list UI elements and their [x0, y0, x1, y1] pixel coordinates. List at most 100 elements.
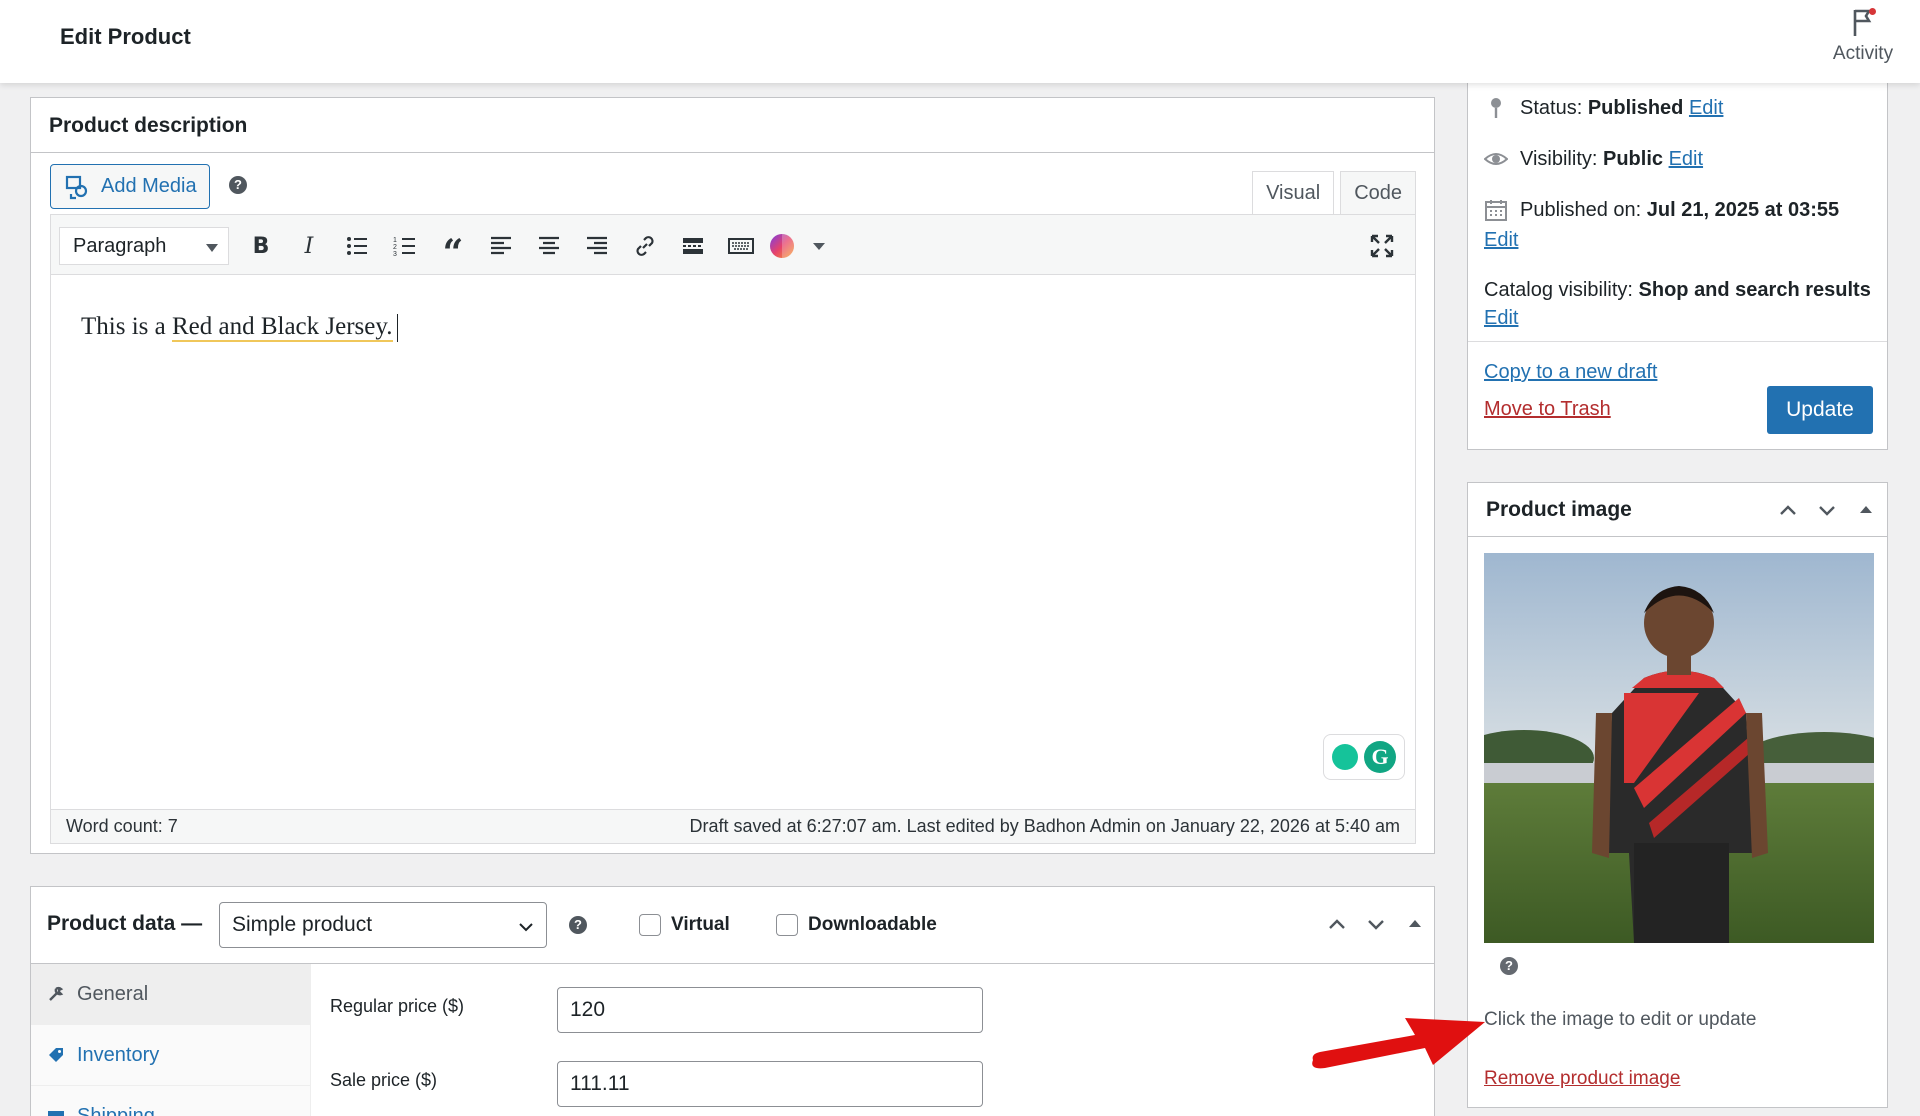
product-data-title: Product data — [47, 912, 203, 935]
product-data-panel: Product data — Simple product ? Virtual … [30, 886, 1435, 1116]
move-down-icon[interactable] [1362, 907, 1390, 941]
word-count: Word count: 7 [66, 816, 178, 836]
product-image-title: Product image [1486, 498, 1632, 521]
draft-status: Draft saved at 6:27:07 am. Last edited b… [689, 816, 1400, 836]
product-image-thumbnail[interactable] [1484, 553, 1874, 943]
checkbox-box[interactable] [639, 914, 661, 936]
tab-code[interactable]: Code [1340, 171, 1416, 215]
sale-price-label: Sale price ($) [330, 1070, 438, 1090]
move-up-icon[interactable] [1323, 907, 1351, 941]
tab-visual[interactable]: Visual [1252, 171, 1335, 215]
format-select[interactable]: Paragraph [59, 227, 229, 265]
lightbulb-icon [1332, 744, 1358, 770]
editor-statusbar: Word count: 7 Draft saved at 6:27:07 am.… [51, 809, 1415, 843]
add-media-button[interactable]: Add Media [50, 164, 210, 209]
tab-general[interactable]: General [31, 964, 310, 1025]
regular-price-input[interactable]: 120 [557, 987, 983, 1033]
product-data-header: Product data — Simple product ? Virtual … [31, 887, 1434, 964]
visibility-row: Visibility: Public Edit [1484, 147, 1703, 171]
align-right-icon[interactable] [580, 229, 614, 263]
svg-text:1: 1 [393, 237, 397, 244]
grammarly-widget[interactable]: G [1323, 734, 1405, 780]
trash-wrap: Move to Trash [1484, 398, 1611, 421]
ai-assistant-icon[interactable] [765, 229, 799, 263]
remove-product-image-link[interactable]: Remove product image [1484, 1068, 1680, 1090]
content-text-underlined: Red and Black Jersey. [171, 313, 393, 342]
visibility-label: Visibility: [1520, 147, 1598, 170]
update-button[interactable]: Update [1767, 386, 1873, 434]
image-hint: Click the image to edit or update [1484, 1009, 1757, 1030]
eye-icon [1484, 153, 1508, 165]
sale-price-input[interactable]: 111.11 [557, 1061, 983, 1107]
catalog-value: Shop and search results [1638, 279, 1871, 301]
downloadable-checkbox[interactable]: Downloadable [776, 914, 937, 936]
edit-visibility-link[interactable]: Edit [1669, 148, 1703, 170]
editor-tabs: Visual Code [1246, 171, 1416, 215]
toolbar-toggle-icon[interactable] [724, 229, 758, 263]
move-down-icon[interactable] [1813, 493, 1841, 527]
tab-general-label: General [77, 982, 149, 1005]
status-row: Status: Published Edit [1484, 96, 1723, 120]
align-left-icon[interactable] [484, 229, 518, 263]
align-center-icon[interactable] [532, 229, 566, 263]
remove-image-wrap: Remove product image [1484, 1068, 1680, 1090]
flag-icon [1848, 6, 1878, 40]
wrench-icon [49, 986, 64, 1001]
link-icon[interactable] [628, 229, 662, 263]
annotation-arrow [1312, 1018, 1485, 1069]
regular-price-label: Regular price ($) [330, 996, 465, 1016]
checkbox-box[interactable] [776, 914, 798, 936]
editor-content[interactable]: This is a Red and Black Jersey. G [51, 275, 1415, 810]
chevron-down-icon[interactable] [802, 229, 836, 263]
tab-shipping[interactable]: Shipping [31, 1086, 310, 1116]
edit-published-link-wrap: Edit [1484, 229, 1518, 252]
copy-draft-link[interactable]: Copy to a new draft [1484, 361, 1657, 384]
catalog-label: Catalog visibility: [1484, 279, 1633, 301]
move-up-icon[interactable] [1774, 493, 1802, 527]
pin-icon [1491, 98, 1501, 118]
virtual-checkbox[interactable]: Virtual [639, 914, 730, 936]
chevron-down-icon [206, 244, 218, 252]
edit-published-link[interactable]: Edit [1484, 229, 1518, 252]
editor-toolbar: Paragraph B I 123 “ [51, 215, 1415, 275]
content-text: This is a [81, 313, 172, 340]
italic-icon[interactable]: I [292, 229, 326, 263]
product-image-panel: Product image ? Click the image to edit … [1467, 482, 1888, 1108]
tag-icon [49, 1048, 63, 1062]
format-value: Paragraph [73, 235, 167, 257]
activity-button[interactable]: Activity [1826, 6, 1900, 65]
help-icon[interactable]: ? [1500, 957, 1518, 975]
blockquote-icon[interactable]: “ [436, 229, 470, 274]
published-label: Published on: [1520, 198, 1642, 221]
activity-label: Activity [1832, 43, 1894, 64]
svg-text:3: 3 [393, 251, 397, 258]
bulleted-list-icon[interactable] [340, 229, 374, 263]
help-icon[interactable]: ? [229, 176, 247, 194]
status-value: Published [1587, 96, 1684, 119]
text-cursor [396, 314, 398, 343]
published-row: Published on: Jul 21, 2025 at 03:55 [1484, 198, 1839, 222]
product-data-tabs: General Inventory Shipping [31, 964, 311, 1116]
fullscreen-icon[interactable] [1365, 229, 1399, 263]
copy-draft-wrap: Copy to a new draft [1484, 361, 1657, 384]
read-more-icon[interactable] [676, 229, 710, 263]
product-type-value: Simple product [232, 913, 373, 936]
rich-text-editor: Paragraph B I 123 “ This is a Red and Bl… [50, 214, 1416, 844]
move-to-trash-link[interactable]: Move to Trash [1484, 398, 1611, 421]
edit-status-link[interactable]: Edit [1689, 97, 1723, 119]
chevron-down-icon [519, 923, 533, 932]
bold-icon[interactable]: B [244, 229, 278, 263]
collapse-icon[interactable] [1852, 493, 1880, 527]
divider [1468, 341, 1887, 342]
downloadable-label: Downloadable [808, 914, 937, 935]
tab-inventory[interactable]: Inventory [31, 1025, 310, 1086]
product-image-header: Product image [1468, 483, 1887, 537]
help-icon[interactable]: ? [569, 916, 587, 934]
tab-shipping-label: Shipping [77, 1104, 155, 1116]
collapse-icon[interactable] [1401, 907, 1429, 941]
product-type-select[interactable]: Simple product [219, 902, 547, 948]
numbered-list-icon[interactable]: 123 [388, 229, 422, 263]
media-icon [65, 175, 88, 199]
edit-catalog-link[interactable]: Edit [1484, 307, 1518, 329]
publish-panel: Status: Published Edit Visibility: Publi… [1467, 83, 1888, 450]
